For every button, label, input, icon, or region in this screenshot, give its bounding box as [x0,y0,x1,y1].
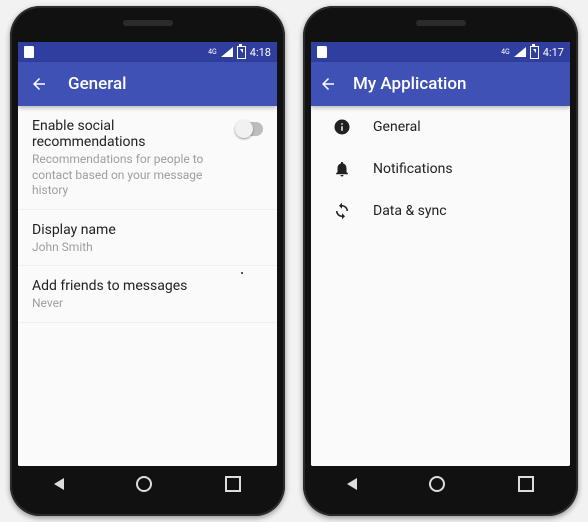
screen-left: 4G 4:18 General Enable social recommenda… [18,42,277,466]
header-item-data-sync[interactable]: Data & sync [311,190,570,232]
header-item-general[interactable]: General [311,106,570,148]
back-button[interactable] [319,75,337,93]
header-item-notifications[interactable]: Notifications [311,148,570,190]
app-bar: My Application [311,62,570,106]
signal-icon [514,47,526,57]
header-item-label: Notifications [373,161,453,177]
header-item-label: General [373,119,421,135]
nav-recent-icon[interactable] [225,476,241,492]
settings-list: Enable social recommendations Recommenda… [18,106,277,466]
screen-right: 4G 4:17 My Application General [311,42,570,466]
app-bar-title: My Application [353,74,466,94]
pref-add-friends[interactable]: Add friends to messages Never [18,266,277,323]
battery-icon [530,46,539,59]
status-bar: 4G 4:18 [18,42,277,62]
nav-home-icon[interactable] [136,476,152,492]
pref-summary: Recommendations for people to contact ba… [32,152,225,199]
header-list: General Notifications Data & sync [311,106,570,466]
pref-title: Add friends to messages [32,278,263,294]
clock: 4:17 [543,46,564,59]
nav-home-icon[interactable] [429,476,445,492]
nav-recent-icon[interactable] [518,476,534,492]
toggle-switch[interactable] [235,122,263,136]
arrow-back-icon [319,74,337,94]
app-bar: General [18,62,277,106]
pref-summary: John Smith [32,240,263,256]
pref-summary: Never [32,296,263,312]
network-type: 4G [208,49,217,56]
pref-display-name[interactable]: Display name John Smith [18,210,277,267]
sdcard-icon [24,46,34,58]
pref-title: Display name [32,222,263,238]
clock: 4:18 [250,46,271,59]
nav-back-icon[interactable] [54,478,64,490]
sdcard-icon [317,46,327,58]
nav-back-icon[interactable] [347,478,357,490]
network-type: 4G [501,49,510,56]
system-nav-bar [311,466,570,502]
status-bar: 4G 4:17 [311,42,570,62]
system-nav-bar [18,466,277,502]
header-item-label: Data & sync [373,203,447,219]
battery-icon [237,46,246,59]
device-left: 4G 4:18 General Enable social recommenda… [10,6,285,516]
arrow-back-icon [30,74,48,94]
pref-title: Enable social recommendations [32,118,225,150]
sync-icon [333,202,351,220]
dot-decoration [241,272,243,274]
app-bar-title: General [68,74,126,94]
info-icon [333,118,351,136]
back-button[interactable] [30,75,48,93]
pref-social-recommendations[interactable]: Enable social recommendations Recommenda… [18,106,277,210]
bell-icon [333,160,351,178]
device-right: 4G 4:17 My Application General [303,6,578,516]
signal-icon [221,47,233,57]
